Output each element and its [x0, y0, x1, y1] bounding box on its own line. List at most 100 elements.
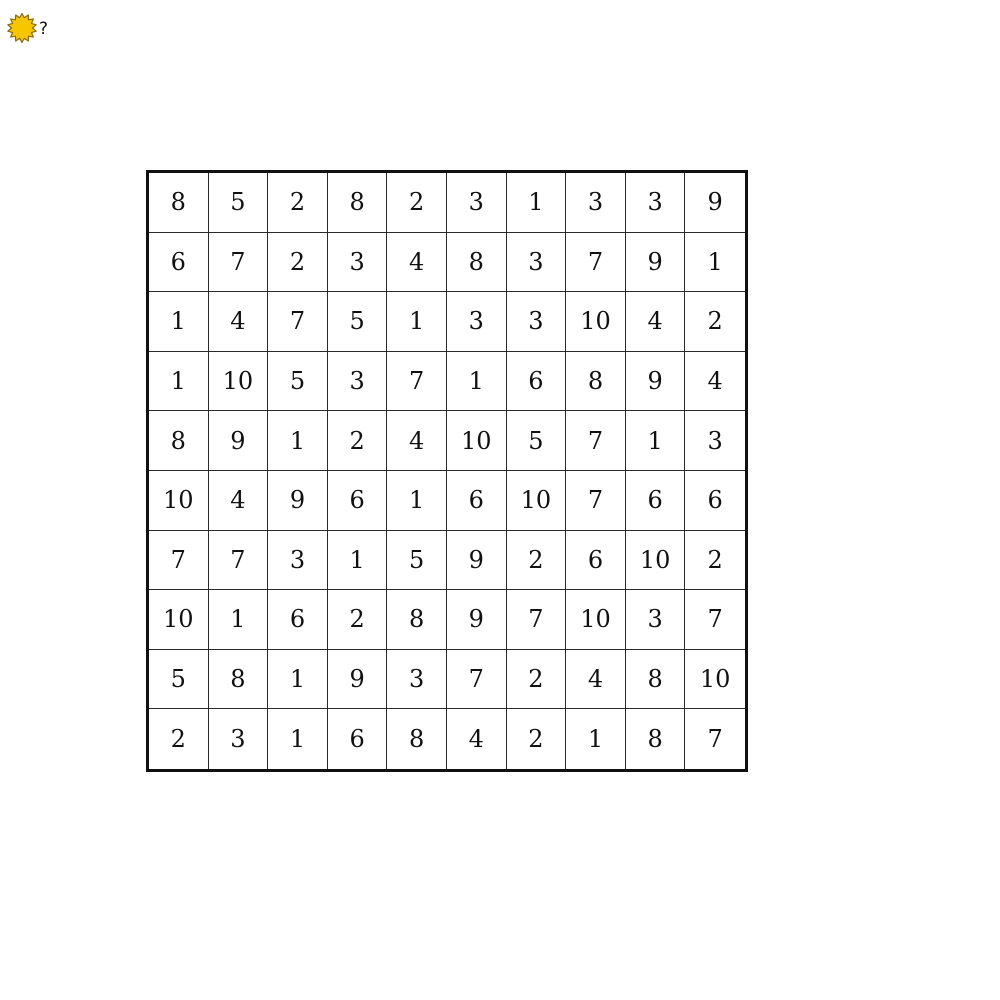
- grid-cell[interactable]: 10: [566, 590, 626, 650]
- grid-cell[interactable]: 1: [625, 411, 686, 471]
- grid-cell[interactable]: 4: [208, 292, 269, 352]
- grid-cell[interactable]: 8: [327, 173, 388, 233]
- grid-cell[interactable]: 2: [149, 709, 209, 769]
- grid-cell[interactable]: 3: [209, 709, 269, 769]
- grid-cell[interactable]: 2: [507, 709, 567, 769]
- grid-cell[interactable]: 7: [566, 470, 626, 531]
- grid-cell[interactable]: 5: [268, 351, 328, 412]
- grid-cell[interactable]: 8: [446, 232, 507, 293]
- grid-cell[interactable]: 8: [208, 649, 269, 710]
- grid-cell[interactable]: 9: [446, 530, 507, 591]
- grid-cell[interactable]: 9: [208, 411, 269, 471]
- grid-cell[interactable]: 6: [446, 470, 507, 531]
- grid-cell[interactable]: 4: [387, 411, 447, 471]
- grid-cell[interactable]: 10: [685, 650, 745, 710]
- grid-cell[interactable]: 6: [506, 351, 567, 412]
- grid-cell[interactable]: 6: [685, 471, 745, 531]
- grid-cell[interactable]: 10: [149, 470, 209, 531]
- grid-cell[interactable]: 1: [149, 292, 209, 352]
- grid-cell[interactable]: 8: [387, 709, 447, 769]
- grid-cell[interactable]: 3: [625, 173, 686, 233]
- grid-cell[interactable]: 9: [327, 649, 388, 710]
- grid-cell[interactable]: 2: [327, 411, 388, 471]
- grid-cell[interactable]: 6: [566, 530, 626, 591]
- grid-cell[interactable]: 8: [149, 411, 209, 471]
- grid-cell[interactable]: 3: [506, 292, 567, 352]
- grid-cell[interactable]: 3: [506, 232, 567, 293]
- grid-cell[interactable]: 3: [268, 530, 328, 591]
- grid-cell[interactable]: 7: [506, 590, 567, 650]
- grid-cell[interactable]: 1: [327, 530, 388, 591]
- grid-cell[interactable]: 4: [685, 352, 745, 412]
- grid-cell[interactable]: 7: [446, 649, 507, 710]
- grid-cell[interactable]: 10: [625, 530, 686, 591]
- grid-cell[interactable]: 10: [208, 351, 269, 412]
- grid-cell[interactable]: 7: [149, 530, 209, 591]
- grid-cell[interactable]: 10: [506, 470, 567, 531]
- grid-cell[interactable]: 1: [149, 351, 209, 412]
- grid-cell[interactable]: 1: [446, 351, 507, 412]
- grid-cell[interactable]: 7: [566, 411, 626, 471]
- grid-cell[interactable]: 2: [506, 530, 567, 591]
- grid-cell[interactable]: 5: [327, 292, 388, 352]
- grid-cell[interactable]: 7: [566, 232, 626, 293]
- grid-cell[interactable]: 2: [685, 292, 745, 352]
- grid-cell[interactable]: 3: [327, 232, 388, 293]
- help-button[interactable]: ?: [6, 12, 48, 44]
- grid-cell[interactable]: 5: [149, 649, 209, 710]
- grid-cell[interactable]: 3: [446, 292, 507, 352]
- grid-cell[interactable]: 3: [446, 173, 507, 233]
- grid-cell[interactable]: 2: [387, 173, 447, 233]
- grid-cell[interactable]: 1: [208, 590, 269, 650]
- grid-cell[interactable]: 2: [268, 232, 328, 293]
- grid-cell[interactable]: 8: [626, 709, 686, 769]
- grid-cell[interactable]: 1: [506, 173, 567, 233]
- grid-cell[interactable]: 6: [268, 590, 328, 650]
- grid-cell[interactable]: 5: [208, 173, 269, 233]
- grid-cell[interactable]: 9: [685, 173, 745, 233]
- grid-cell[interactable]: 3: [685, 411, 745, 471]
- grid-cell[interactable]: 6: [327, 470, 388, 531]
- grid-cell[interactable]: 4: [387, 232, 447, 293]
- grid-cell[interactable]: 7: [208, 530, 269, 591]
- grid-cell[interactable]: 6: [625, 470, 686, 531]
- grid-cell[interactable]: 4: [208, 470, 269, 531]
- grid-cell[interactable]: 1: [268, 649, 328, 710]
- grid-cell[interactable]: 3: [387, 649, 447, 710]
- grid-cell[interactable]: 4: [625, 292, 686, 352]
- grid-cell[interactable]: 7: [387, 351, 447, 412]
- grid-cell[interactable]: 1: [268, 709, 328, 769]
- grid-cell[interactable]: 3: [327, 351, 388, 412]
- grid-cell[interactable]: 1: [685, 233, 745, 293]
- grid-cell[interactable]: 1: [268, 411, 328, 471]
- grid-cell[interactable]: 2: [327, 590, 388, 650]
- grid-cell[interactable]: 10: [149, 590, 209, 650]
- grid-cell[interactable]: 5: [387, 530, 447, 591]
- grid-cell[interactable]: 7: [208, 232, 269, 293]
- grid-cell[interactable]: 6: [149, 232, 209, 293]
- grid-cell[interactable]: 1: [387, 292, 447, 352]
- grid-cell[interactable]: 9: [446, 590, 507, 650]
- grid-cell[interactable]: 2: [685, 531, 745, 591]
- grid-cell[interactable]: 4: [566, 649, 626, 710]
- grid-cell[interactable]: 3: [625, 590, 686, 650]
- grid-cell[interactable]: 9: [625, 351, 686, 412]
- grid-cell[interactable]: 7: [268, 292, 328, 352]
- grid-cell[interactable]: 8: [387, 590, 447, 650]
- grid-cell[interactable]: 5: [506, 411, 567, 471]
- grid-cell[interactable]: 8: [566, 351, 626, 412]
- grid-cell[interactable]: 2: [268, 173, 328, 233]
- grid-cell[interactable]: 1: [566, 709, 626, 769]
- grid-cell[interactable]: 3: [566, 173, 626, 233]
- grid-cell[interactable]: 1: [387, 470, 447, 531]
- grid-cell[interactable]: 9: [268, 470, 328, 531]
- grid-cell[interactable]: 8: [625, 649, 686, 710]
- grid-cell[interactable]: 6: [328, 709, 388, 769]
- grid-cell[interactable]: 4: [447, 709, 507, 769]
- grid-cell[interactable]: 7: [685, 709, 745, 769]
- grid-cell[interactable]: 10: [446, 411, 507, 471]
- grid-cell[interactable]: 9: [625, 232, 686, 293]
- grid-cell[interactable]: 2: [506, 649, 567, 710]
- grid-cell[interactable]: 10: [566, 292, 626, 352]
- grid-cell[interactable]: 8: [149, 173, 209, 233]
